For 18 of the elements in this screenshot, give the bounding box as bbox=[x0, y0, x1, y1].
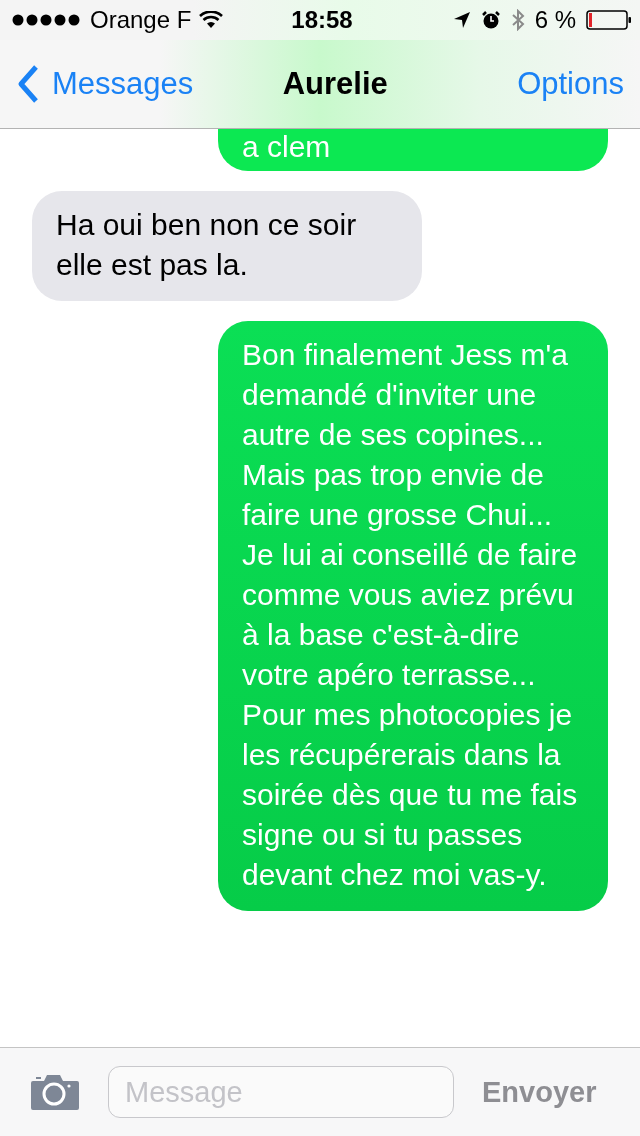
alarm-clock-icon bbox=[480, 10, 501, 30]
location-arrow-icon bbox=[452, 11, 471, 29]
clock-time: 18:58 bbox=[291, 6, 353, 34]
conversation-title: Aurelie bbox=[282, 66, 388, 102]
options-button[interactable]: Options bbox=[517, 66, 624, 102]
carrier-name: Orange F bbox=[90, 6, 192, 34]
battery-icon bbox=[586, 10, 632, 30]
wifi-icon bbox=[199, 11, 224, 29]
back-button[interactable]: Messages bbox=[16, 64, 194, 104]
send-button[interactable]: Envoyer bbox=[482, 1075, 597, 1109]
sent-message-bubble: a clem bbox=[218, 129, 608, 171]
camera-icon[interactable] bbox=[30, 1073, 80, 1111]
bluetooth-icon bbox=[510, 9, 525, 31]
received-message-bubble: Ha oui ben non ce soir elle est pas la. bbox=[32, 191, 422, 301]
chevron-left-icon bbox=[16, 64, 40, 104]
sent-message-bubble: Bon finalement Jess m'a demandé d'inviter une autre de ses copines... Mais pas trop envie de faire une grosse Chui... Je lui ai conseillé de faire comme vous aviez prévu à la base c'est-à-dire votre apéro terrasse... Pour mes photocopies je les récupérerais dans la soirée dès que tu me fais signe ou si tu passes devant chez moi vas-y. bbox=[218, 321, 608, 911]
signal-icon bbox=[12, 14, 82, 26]
battery-percent: 6 % bbox=[534, 6, 576, 34]
